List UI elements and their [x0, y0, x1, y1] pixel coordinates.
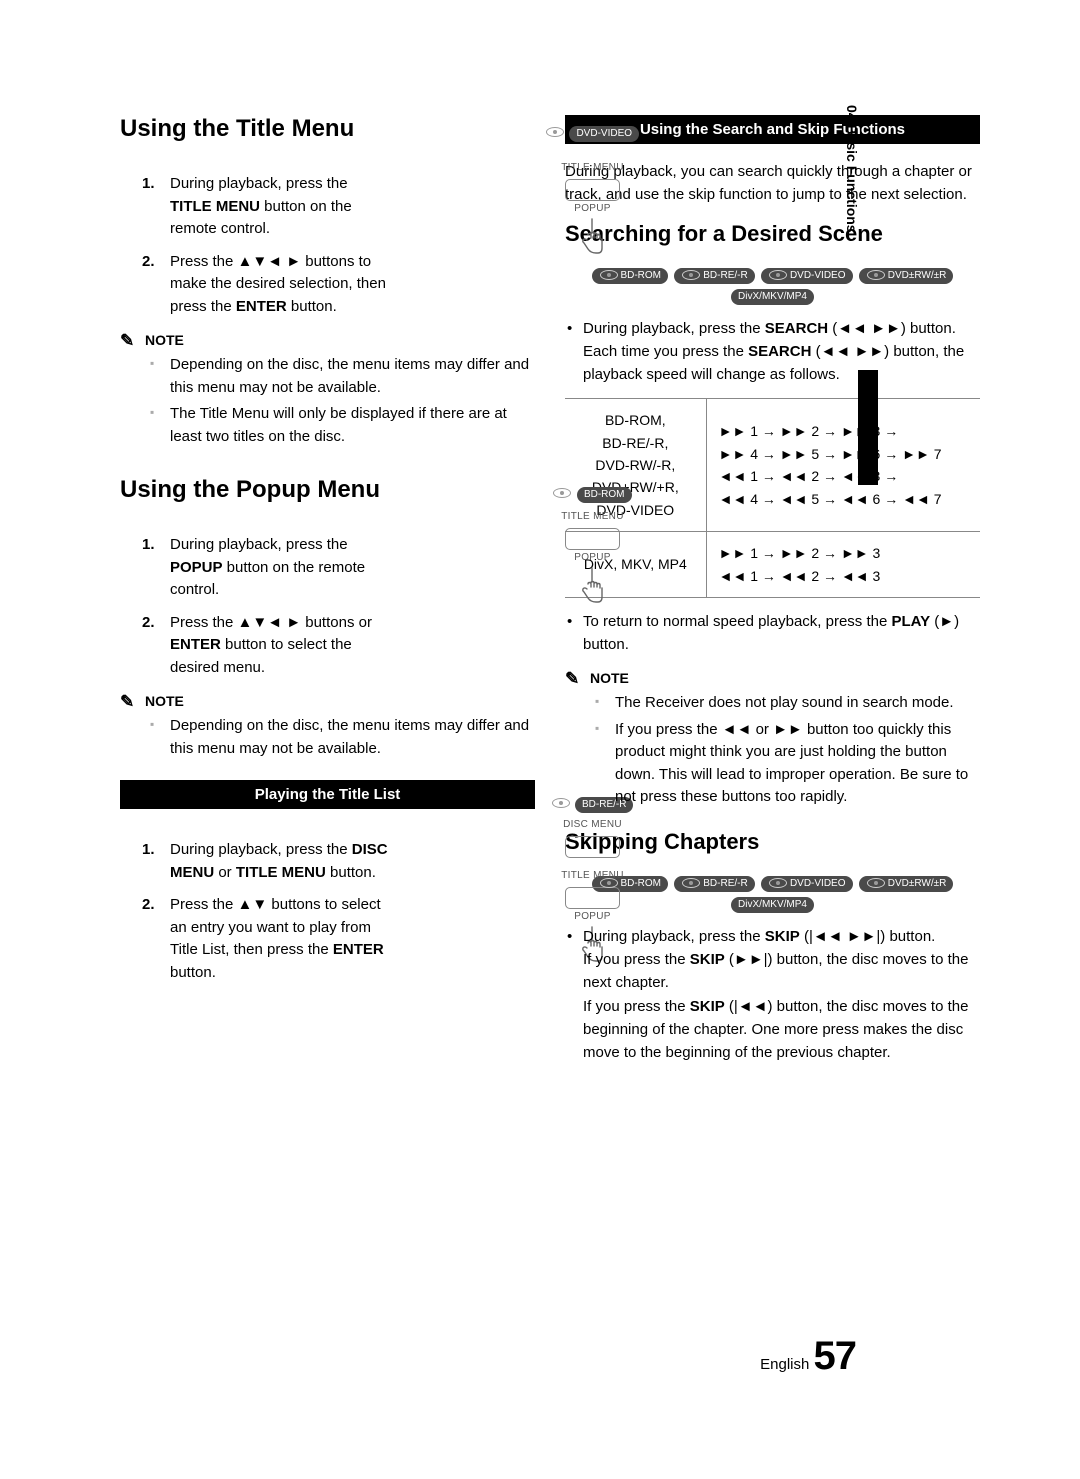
hand-icon	[578, 216, 608, 256]
title-menu-heading: Using the Title Menu	[120, 115, 535, 143]
title-menu-step-1: During playback, press the TITLE MENU bu…	[120, 173, 390, 241]
title-menu-label: TITLE MENU	[545, 162, 640, 173]
search-note-2: If you press the ◄◄ or ►► button too qui…	[565, 719, 980, 809]
title-menu-label: TITLE MENU	[545, 511, 640, 522]
disc-eye-icon	[553, 488, 571, 498]
speed-row1-steps: ►► 1 → ►► 2 → ►► 3 → ►► 4 → ►► 5 → ►► 6 …	[706, 399, 980, 532]
remote-illustration-popup: BD-ROM TITLE MENU POPUP	[545, 484, 640, 605]
page-number: 57	[814, 1334, 857, 1378]
popup-note-1: Depending on the disc, the menu items ma…	[120, 715, 535, 760]
remote-button-outline	[565, 836, 620, 858]
chapter-tab: 04 Basic Functions	[844, 105, 860, 233]
disc-eye-icon	[546, 127, 564, 137]
side-thumb-tab	[858, 370, 878, 485]
disc-menu-label: DISC MENU	[545, 819, 640, 830]
title-menu-label: TITLE MENU	[545, 870, 640, 881]
popup-step-1: During playback, press the POPUP button …	[120, 534, 390, 602]
title-menu-note-2: The Title Menu will only be displayed if…	[120, 403, 535, 448]
popup-label: POPUP	[545, 203, 640, 214]
note-heading: NOTE	[145, 332, 535, 348]
speed-row2-steps: ►► 1 → ►► 2 → ►► 3 ◄◄ 1 → ◄◄ 2 → ◄◄ 3	[706, 532, 980, 598]
popup-label: POPUP	[545, 911, 640, 922]
remote-button-outline	[565, 528, 620, 550]
skip-bullet: During playback, press the SKIP (|◄◄ ►►|…	[565, 925, 980, 1065]
left-column: Using the Title Menu DVD-VIDEO TITLE MEN…	[120, 115, 535, 1072]
search-note-1: The Receiver does not play sound in sear…	[565, 692, 980, 715]
title-list-step-1: During playback, press the DISC MENU or …	[120, 839, 390, 884]
media-badges-search: BD-ROM BD-RE/-R DVD-VIDEO DVD±RW/±R DivX…	[565, 265, 980, 307]
search-bullet-1: During playback, press the SEARCH (◄◄ ►►…	[565, 317, 980, 387]
note-heading: NOTE	[145, 693, 535, 709]
remote-illustration-title-menu: DVD-VIDEO TITLE MENU POPUP	[545, 123, 640, 256]
page-footer: English 57	[760, 1334, 856, 1379]
playing-title-list-bar: Playing the Title List	[120, 780, 535, 809]
popup-step-2: Press the ▲▼◄ ► buttons or ENTER button …	[120, 612, 390, 680]
remote-button-outline	[565, 887, 620, 909]
title-menu-step-2: Press the ▲▼◄ ► buttons to make the desi…	[120, 251, 390, 319]
popup-menu-heading: Using the Popup Menu	[120, 476, 535, 504]
note-heading: NOTE	[590, 670, 980, 686]
footer-language: English	[760, 1356, 809, 1373]
title-menu-note-1: Depending on the disc, the menu items ma…	[120, 354, 535, 399]
search-bullet-2: To return to normal speed playback, pres…	[565, 610, 980, 657]
remote-button-outline	[565, 179, 620, 201]
title-list-step-2: Press the ▲▼ buttons to select an entry …	[120, 894, 390, 984]
popup-label: POPUP	[545, 552, 640, 563]
hand-icon	[578, 565, 608, 605]
